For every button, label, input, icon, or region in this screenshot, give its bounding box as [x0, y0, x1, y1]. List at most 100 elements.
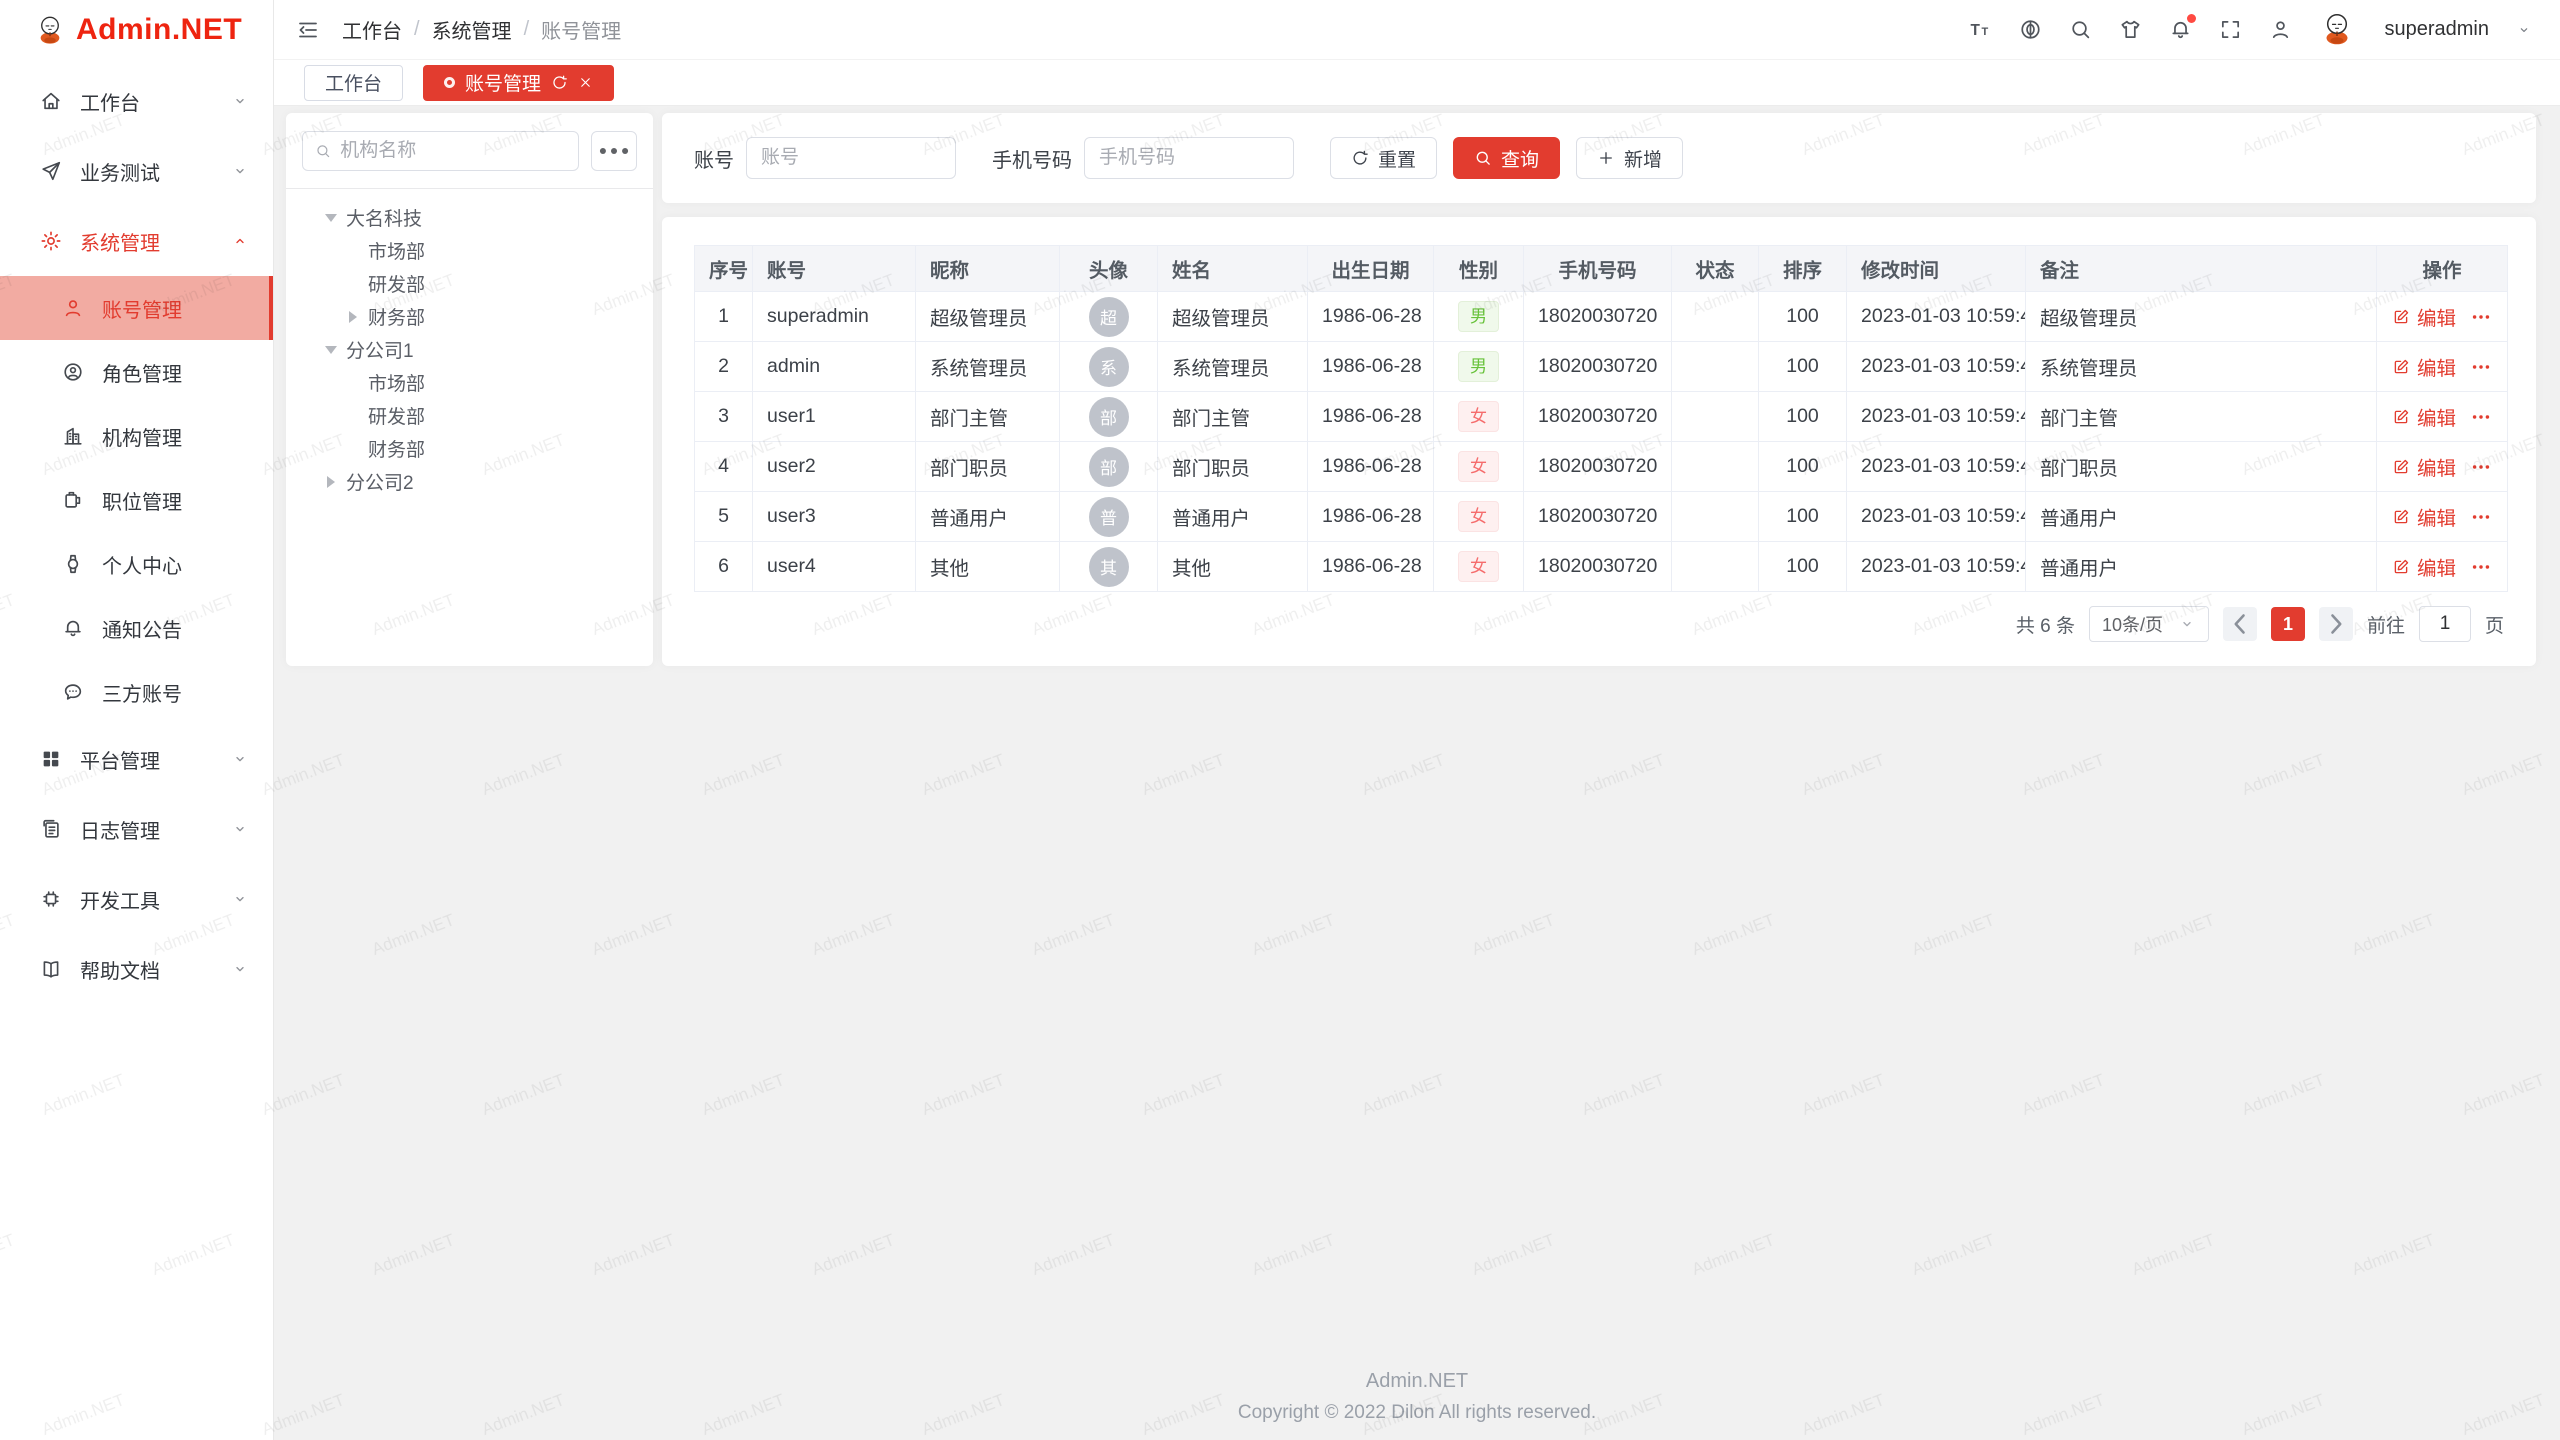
table-row: 2admin系统管理员系系统管理员1986-06-28男180200307201…	[695, 342, 2508, 392]
profile-icon[interactable]	[2269, 18, 2292, 41]
tree-node[interactable]: 分公司1	[302, 333, 637, 366]
tree-node[interactable]: 财务部	[302, 432, 637, 465]
tree-node[interactable]: 财务部	[302, 300, 637, 333]
row-more-button[interactable]	[2470, 506, 2492, 528]
language-icon[interactable]	[2019, 18, 2042, 41]
sidebar-item-platform-manage[interactable]: 平台管理	[0, 724, 273, 794]
account-filter-input[interactable]	[746, 137, 956, 179]
prev-page-button[interactable]	[2223, 607, 2257, 641]
sidebar-item-third-account[interactable]: 三方账号	[0, 660, 273, 724]
sidebar-item-notice[interactable]: 通知公告	[0, 596, 273, 660]
font-size-icon[interactable]: TT	[1969, 18, 1992, 41]
sidebar-item-role-manage[interactable]: 角色管理	[0, 340, 273, 404]
cell-actions: 编辑	[2377, 542, 2508, 592]
gender-tag: 女	[1458, 501, 1499, 532]
theme-icon[interactable]	[2119, 18, 2142, 41]
cell-phone: 18020030720	[1524, 542, 1672, 592]
sidebar-item-log-manage[interactable]: 日志管理	[0, 794, 273, 864]
sidebar-item-business-test[interactable]: 业务测试	[0, 136, 273, 206]
edit-button[interactable]: 编辑	[2392, 352, 2456, 381]
next-page-button[interactable]	[2319, 607, 2353, 641]
goto-page-input[interactable]	[2419, 606, 2471, 642]
app-logo[interactable]: Admin.NET	[0, 0, 273, 60]
sidebar-item-label: 角色管理	[102, 358, 249, 387]
role-icon	[62, 361, 84, 383]
personal-icon	[62, 553, 84, 575]
row-more-button[interactable]	[2470, 456, 2492, 478]
org-more-button[interactable]	[591, 131, 637, 171]
edit-button[interactable]: 编辑	[2392, 552, 2456, 581]
position-icon	[62, 489, 84, 511]
cell-gender: 男	[1434, 292, 1524, 342]
user-avatar[interactable]	[2319, 11, 2357, 49]
search-icon[interactable]	[2069, 18, 2092, 41]
edit-button[interactable]: 编辑	[2392, 302, 2456, 331]
tree-node[interactable]: 研发部	[302, 267, 637, 300]
sidebar-item-dev-tools[interactable]: 开发工具	[0, 864, 273, 934]
row-more-button[interactable]	[2470, 306, 2492, 328]
sidebar-item-label: 机构管理	[102, 422, 249, 451]
sidebar-item-workbench[interactable]: 工作台	[0, 66, 273, 136]
pagination: 共 6 条 10条/页 1 前往 页	[2016, 606, 2504, 642]
tree-caret-icon[interactable]	[324, 475, 337, 488]
plus-icon	[1597, 149, 1615, 167]
cell-sort: 100	[1759, 492, 1847, 542]
notification-bell-icon[interactable]	[2169, 18, 2192, 41]
tree-node[interactable]: 大名科技	[302, 201, 637, 234]
sidebar-item-label: 日志管理	[80, 815, 231, 844]
user-chevron-down-icon[interactable]	[2516, 22, 2532, 38]
add-button[interactable]: 新增	[1576, 137, 1683, 179]
cell-nickname: 其他	[916, 542, 1060, 592]
tree-node[interactable]: 研发部	[302, 399, 637, 432]
fullscreen-icon[interactable]	[2219, 18, 2242, 41]
row-more-button[interactable]	[2470, 406, 2492, 428]
cell-remark: 普通用户	[2026, 492, 2377, 542]
query-button[interactable]: 查询	[1453, 137, 1560, 179]
column-header: 昵称	[916, 246, 1060, 292]
edit-button[interactable]: 编辑	[2392, 452, 2456, 481]
send-icon	[40, 160, 62, 182]
org-tree-panel: 大名科技市场部研发部财务部分公司1市场部研发部财务部分公司2	[286, 113, 653, 666]
edit-button[interactable]: 编辑	[2392, 502, 2456, 531]
account-table: 序号账号昵称头像姓名出生日期性别手机号码状态排序修改时间备注操作 1supera…	[694, 245, 2508, 592]
reset-button[interactable]: 重置	[1330, 137, 1437, 179]
current-page-button[interactable]: 1	[2271, 607, 2305, 641]
cell-birthday: 1986-06-28	[1308, 392, 1434, 442]
sidebar-item-help-docs[interactable]: 帮助文档	[0, 934, 273, 1004]
query-button-label: 查询	[1501, 145, 1539, 172]
page-size-select[interactable]: 10条/页	[2089, 606, 2209, 642]
tab-workbench[interactable]: 工作台	[304, 65, 403, 101]
sidebar-item-system-manage[interactable]: 系统管理	[0, 206, 273, 276]
column-header: 序号	[695, 246, 753, 292]
tree-caret-icon[interactable]	[346, 310, 359, 323]
sidebar-item-org-manage[interactable]: 机构管理	[0, 404, 273, 468]
breadcrumb-item[interactable]: 系统管理	[432, 15, 512, 44]
row-more-button[interactable]	[2470, 356, 2492, 378]
sidebar-item-account-manage[interactable]: 账号管理	[0, 276, 273, 340]
arrow-right-icon	[2319, 607, 2353, 641]
menu-fold-icon[interactable]	[296, 18, 320, 42]
tree-node[interactable]: 市场部	[302, 234, 637, 267]
tree-node-label: 市场部	[368, 369, 425, 396]
sidebar-item-position-manage[interactable]: 职位管理	[0, 468, 273, 532]
row-more-button[interactable]	[2470, 556, 2492, 578]
tree-caret-icon[interactable]	[324, 211, 337, 224]
pagination-total: 共 6 条	[2016, 611, 2075, 638]
org-search-input[interactable]	[340, 140, 566, 162]
tree-caret-icon[interactable]	[324, 343, 337, 356]
log-icon	[40, 818, 62, 840]
edit-button[interactable]: 编辑	[2392, 402, 2456, 431]
cell-gender: 女	[1434, 492, 1524, 542]
sidebar-item-personal-center[interactable]: 个人中心	[0, 532, 273, 596]
tree-node[interactable]: 分公司2	[302, 465, 637, 498]
tab-account-manage[interactable]: 账号管理	[423, 65, 614, 101]
phone-filter-input[interactable]	[1084, 137, 1294, 179]
cell-phone: 18020030720	[1524, 292, 1672, 342]
tree-node[interactable]: 市场部	[302, 366, 637, 399]
org-search-box	[302, 131, 579, 171]
footer-title: Admin.NET	[274, 1370, 2560, 1393]
cell-name: 部门主管	[1158, 392, 1308, 442]
chevron-down-icon	[2516, 22, 2532, 38]
breadcrumb-item[interactable]: 工作台	[342, 15, 402, 44]
cell-index: 5	[695, 492, 753, 542]
